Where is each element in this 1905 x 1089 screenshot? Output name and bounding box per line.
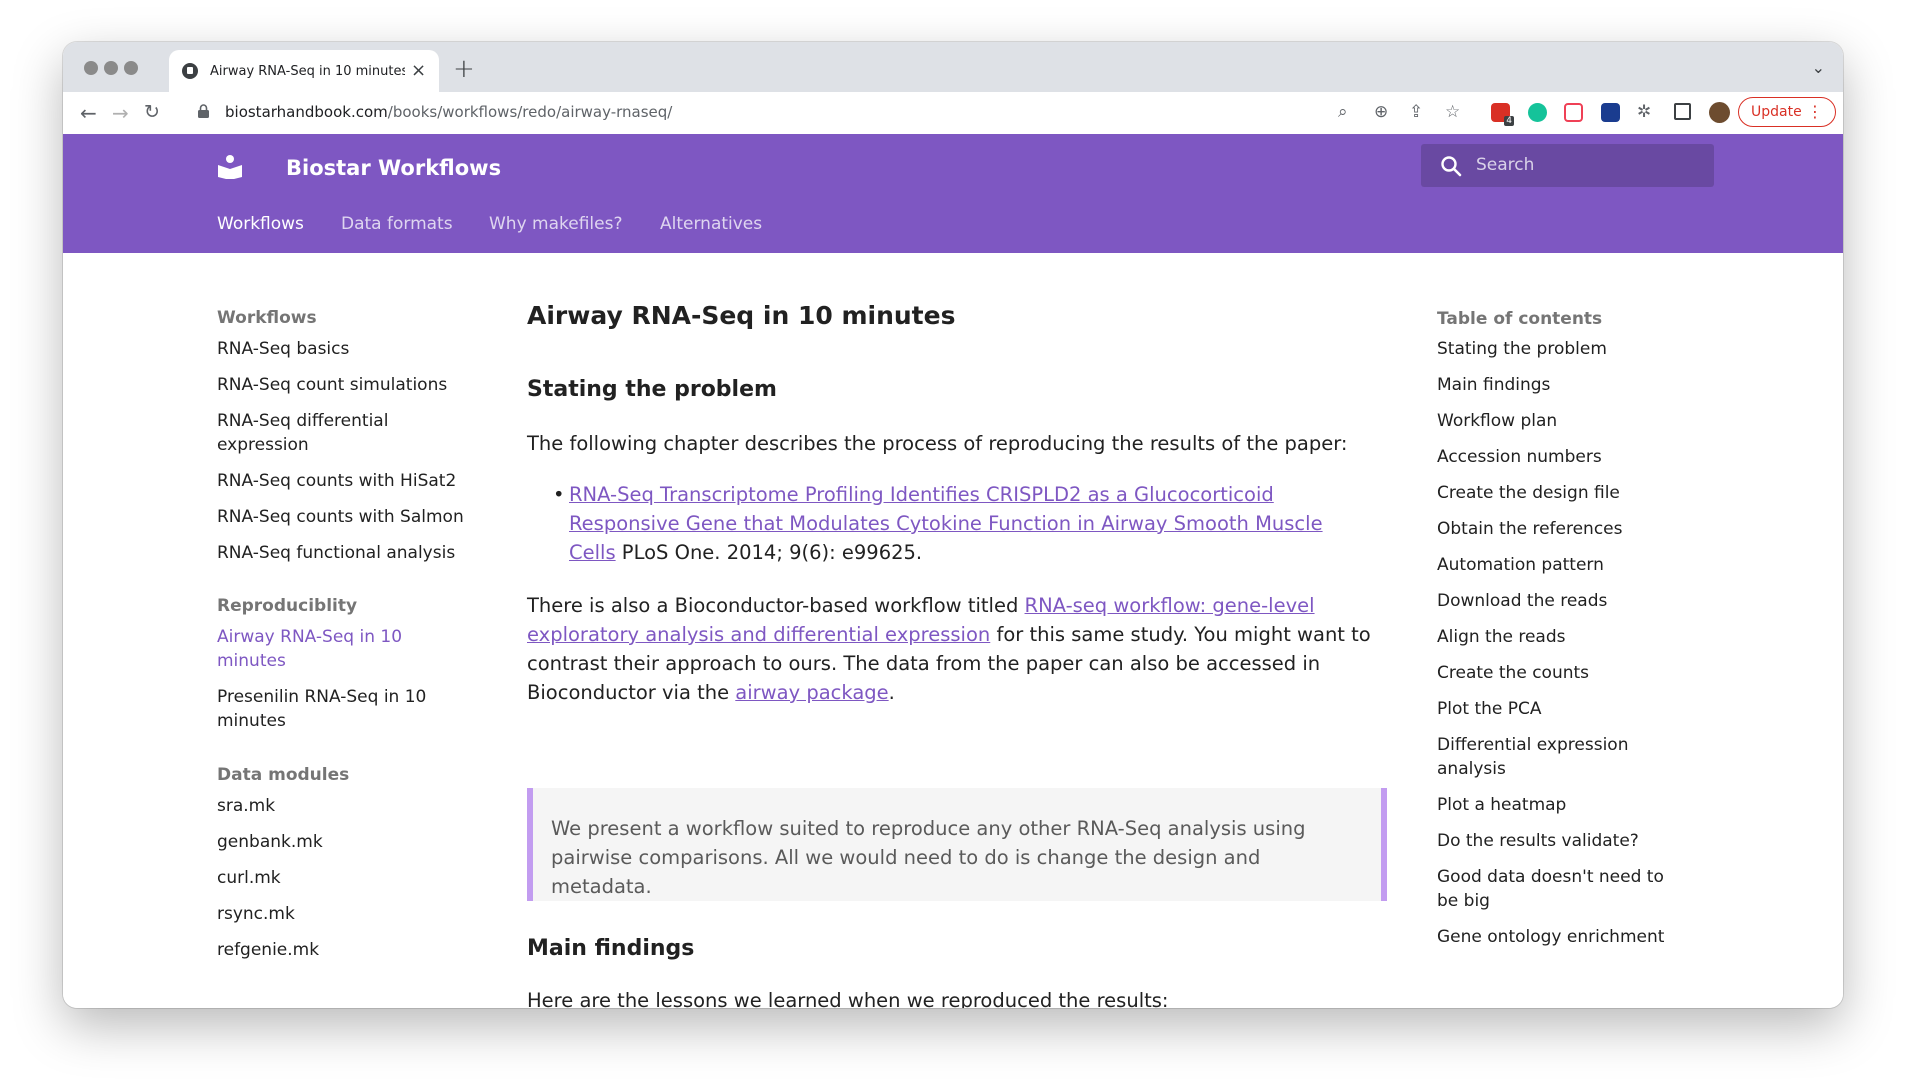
url-path: /books/workflows/redo/airway-rnaseq/ — [387, 103, 673, 121]
p2-text-end: . — [888, 681, 895, 704]
sidebar-item-curl[interactable]: curl.mk — [217, 866, 487, 890]
site-header: Biostar Workflows Search Workflows Data … — [63, 134, 1843, 253]
browser-tab[interactable]: Airway RNA-Seq in 10 minutes × — [169, 50, 439, 92]
close-window-button[interactable] — [84, 61, 98, 75]
sidebar-item-rnaseq-differential-expression[interactable]: RNA-Seq differential expression — [217, 409, 417, 457]
bullet: • — [553, 483, 565, 506]
search-input[interactable]: Search — [1421, 144, 1714, 187]
bioconductor-paragraph: There is also a Bioconductor-based workf… — [527, 591, 1387, 707]
findings-intro: Here are the lessons we learned when we … — [527, 989, 1169, 1008]
p2-text-before: There is also a Bioconductor-based workf… — [527, 594, 1025, 617]
sidebar-item-rnaseq-functional[interactable]: RNA-Seq functional analysis — [217, 541, 487, 565]
toc-item-create-counts[interactable]: Create the counts — [1437, 661, 1697, 685]
sidebar-item-rnaseq-count-simulations[interactable]: RNA-Seq count simulations — [217, 373, 487, 397]
tab-close-icon[interactable]: × — [411, 62, 426, 80]
book-reader-icon[interactable] — [217, 153, 243, 179]
nav-tab-why-makefiles[interactable]: Why makefiles? — [489, 214, 623, 234]
page-title: Airway RNA-Seq in 10 minutes — [527, 301, 956, 330]
callout-quote: We present a workflow suited to reproduc… — [527, 788, 1387, 901]
sidebar-item-genbank[interactable]: genbank.mk — [217, 830, 487, 854]
site-title[interactable]: Biostar Workflows — [286, 156, 501, 180]
toc-item-workflow-plan[interactable]: Workflow plan — [1437, 409, 1697, 433]
extension-blue-icon[interactable] — [1601, 103, 1620, 122]
toc-item-good-data[interactable]: Good data doesn't need to be big — [1437, 865, 1677, 913]
toc-item-stating-the-problem[interactable]: Stating the problem — [1437, 337, 1697, 361]
favicon-icon — [182, 63, 198, 79]
toc-item-obtain-references[interactable]: Obtain the references — [1437, 517, 1697, 541]
toc-heading: Table of contents — [1437, 309, 1603, 329]
zoom-icon[interactable]: ⊕ — [1374, 102, 1388, 122]
side-panel-icon[interactable] — [1674, 103, 1691, 120]
toc-item-plot-pca[interactable]: Plot the PCA — [1437, 697, 1697, 721]
extensions-puzzle-icon[interactable]: ✲ — [1637, 102, 1651, 122]
search-page-icon[interactable]: ⌕ — [1338, 102, 1348, 122]
tab-title: Airway RNA-Seq in 10 minutes — [210, 63, 405, 79]
grammarly-icon[interactable] — [1528, 103, 1547, 122]
nav-tab-alternatives[interactable]: Alternatives — [660, 214, 762, 234]
nav-tab-workflows[interactable]: Workflows — [217, 214, 304, 234]
browser-toolbar: ← → ↻ biostarhandbook.com/books/workflow… — [63, 92, 1843, 135]
search-placeholder: Search — [1476, 155, 1535, 175]
reload-icon[interactable]: ↻ — [144, 101, 160, 123]
airway-package-link[interactable]: airway package — [735, 681, 888, 704]
sidebar-item-sra[interactable]: sra.mk — [217, 794, 487, 818]
sidebar-item-refgenie[interactable]: refgenie.mk — [217, 938, 487, 962]
page-content: Workflows RNA-Seq basics RNA-Seq count s… — [63, 253, 1843, 1008]
forward-arrow-icon[interactable]: → — [112, 101, 129, 125]
sidebar-item-airway[interactable]: Airway RNA-Seq in 10 minutes — [217, 625, 417, 673]
toc-item-align-reads[interactable]: Align the reads — [1437, 625, 1697, 649]
sidebar-item-rsync[interactable]: rsync.mk — [217, 902, 487, 926]
sidebar-heading-workflows: Workflows — [217, 308, 317, 328]
toc-item-accession-numbers[interactable]: Accession numbers — [1437, 445, 1697, 469]
heading-stating-the-problem: Stating the problem — [527, 377, 777, 402]
intro-paragraph: The following chapter describes the proc… — [527, 432, 1348, 455]
paper-citation: PLoS One. 2014; 9(6): e99625. — [615, 541, 923, 564]
sidebar-heading-data-modules: Data modules — [217, 765, 350, 785]
url-text[interactable]: biostarhandbook.com/books/workflows/redo… — [225, 103, 672, 121]
bookmark-star-icon[interactable]: ☆ — [1445, 102, 1460, 122]
lock-icon — [198, 104, 209, 118]
toc-item-plot-heatmap[interactable]: Plot a heatmap — [1437, 793, 1697, 817]
zoom-window-button[interactable] — [124, 61, 138, 75]
update-button[interactable]: Update ⋮ — [1738, 97, 1836, 127]
sidebar-item-rnaseq-salmon[interactable]: RNA-Seq counts with Salmon — [217, 505, 487, 529]
toc-item-differential-expression[interactable]: Differential expression analysis — [1437, 733, 1657, 781]
share-icon[interactable]: ⇪ — [1409, 102, 1423, 122]
toc-item-download-reads[interactable]: Download the reads — [1437, 589, 1697, 613]
extension-calendar-icon[interactable]: 4 — [1491, 103, 1514, 126]
toc-item-results-validate[interactable]: Do the results validate? — [1437, 829, 1697, 853]
url-host: biostarhandbook.com — [225, 103, 388, 121]
back-arrow-icon[interactable]: ← — [80, 101, 97, 125]
sidebar-item-presenilin[interactable]: Presenilin RNA-Seq in 10 minutes — [217, 685, 447, 733]
search-icon — [1441, 156, 1462, 177]
heading-main-findings: Main findings — [527, 936, 695, 961]
nav-tab-data-formats[interactable]: Data formats — [341, 214, 453, 234]
kebab-menu-icon[interactable]: ⋮ — [1807, 102, 1823, 121]
toc-item-gene-ontology[interactable]: Gene ontology enrichment — [1437, 925, 1697, 949]
toc-item-automation-pattern[interactable]: Automation pattern — [1437, 553, 1697, 577]
sidebar-item-rnaseq-basics[interactable]: RNA-Seq basics — [217, 337, 487, 361]
minimize-window-button[interactable] — [104, 61, 118, 75]
sidebar-item-rnaseq-hisat2[interactable]: RNA-Seq counts with HiSat2 — [217, 469, 487, 493]
tab-search-chevron-icon[interactable]: ⌄ — [1812, 58, 1825, 77]
update-label: Update — [1751, 104, 1802, 120]
profile-avatar[interactable] — [1709, 102, 1730, 123]
tab-strip: Airway RNA-Seq in 10 minutes × + ⌄ — [63, 42, 1843, 92]
sidebar-heading-reproducibility: Reproduciblity — [217, 596, 358, 616]
pocket-icon[interactable] — [1564, 103, 1583, 122]
browser-window: Airway RNA-Seq in 10 minutes × + ⌄ ← → ↻… — [63, 42, 1843, 1008]
new-tab-button[interactable]: + — [453, 54, 475, 84]
paper-list-item: • RNA-Seq Transcriptome Profiling Identi… — [553, 480, 1369, 567]
toc-item-main-findings[interactable]: Main findings — [1437, 373, 1697, 397]
extension-badge: 4 — [1504, 116, 1514, 126]
toc-item-design-file[interactable]: Create the design file — [1437, 481, 1697, 505]
